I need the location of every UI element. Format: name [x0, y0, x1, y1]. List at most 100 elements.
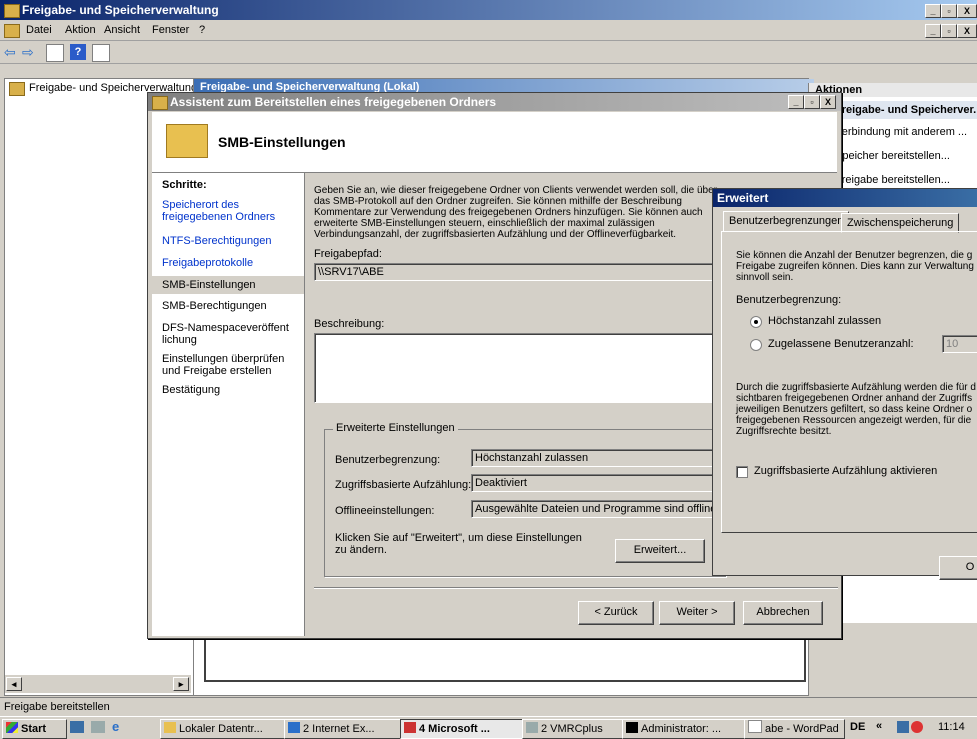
- menu-aktion[interactable]: Aktion: [65, 20, 96, 40]
- radio-allowed-users[interactable]: [750, 339, 762, 351]
- wizard-title: Assistent zum Bereitstellen eines freige…: [170, 95, 497, 109]
- status-text: Freigabe bereitstellen: [4, 701, 110, 713]
- radio-max-users-label[interactable]: Höchstanzahl zulassen: [768, 315, 881, 327]
- menu-help[interactable]: ?: [199, 20, 205, 40]
- wizard-close-button[interactable]: X: [820, 95, 836, 109]
- wizard-title-bar: Assistent zum Bereitstellen eines freige…: [148, 93, 841, 111]
- menu-bar: Datei Aktion Ansicht Fenster ? _ ▫ X: [0, 20, 977, 41]
- wizard-maximize-button[interactable]: ▫: [804, 95, 820, 109]
- adv-user-limit-label: Benutzerbegrenzung:: [736, 294, 842, 306]
- ie-icon[interactable]: e: [112, 720, 126, 733]
- server-manager-icon[interactable]: [91, 721, 105, 733]
- language-indicator[interactable]: DE: [850, 721, 865, 733]
- show-tree-icon[interactable]: [46, 44, 64, 62]
- network-icon: [897, 721, 909, 733]
- task-wordpad[interactable]: abe - WordPad: [744, 719, 845, 739]
- wizard-divider: [314, 587, 838, 589]
- offline-label: Offlineeinstellungen:: [335, 505, 435, 517]
- scroll-right-icon[interactable]: ▸: [173, 677, 189, 691]
- user-limit-value: Höchstanzahl zulassen: [471, 449, 722, 467]
- abe-label: Zugriffsbasierte Aufzählung:: [335, 479, 472, 491]
- tab-caching[interactable]: Zwischenspeicherung: [841, 213, 960, 233]
- main-window-title: Freigabe- und Speicherverwaltung: [22, 3, 219, 17]
- folder-icon: [166, 124, 208, 158]
- scroll-left-icon[interactable]: ◂: [6, 677, 22, 691]
- abe-checkbox-label[interactable]: Zugriffsbasierte Aufzählung aktivieren: [754, 465, 937, 477]
- help-icon[interactable]: ?: [70, 44, 86, 60]
- wizard-heading: SMB-Einstellungen: [218, 134, 346, 150]
- action-provision-storage[interactable]: Speicher bereitstellen...: [835, 150, 950, 162]
- ok-button[interactable]: O: [939, 556, 977, 580]
- maximize-button[interactable]: ▫: [941, 4, 957, 18]
- windows-logo-icon: [6, 722, 18, 733]
- vm-icon: [526, 722, 538, 733]
- forward-arrow-icon[interactable]: ⇨: [22, 44, 38, 60]
- folder-icon: [164, 722, 176, 733]
- minimize-button[interactable]: _: [925, 4, 941, 18]
- abe-checkbox[interactable]: [736, 466, 748, 478]
- share-path-label: Freigabepfad:: [314, 248, 382, 260]
- taskbar: Start e Lokaler Datentr... 2 Internet Ex…: [0, 716, 977, 739]
- tab-page: Sie können die Anzahl der Benutzer begre…: [721, 231, 977, 533]
- description-field[interactable]: [314, 333, 716, 403]
- close-button[interactable]: X: [957, 4, 977, 18]
- abe-value: Deaktiviert: [471, 474, 722, 492]
- action-provision-share[interactable]: Freigabe bereitstellen...: [835, 174, 950, 186]
- menu-ansicht[interactable]: Ansicht: [104, 20, 140, 40]
- user-limit-label: Benutzerbegrenzung:: [335, 454, 441, 466]
- menu-datei[interactable]: Datei: [26, 20, 52, 40]
- cancel-button[interactable]: Abbrechen: [743, 601, 823, 625]
- task-local-drive[interactable]: Lokaler Datentr...: [160, 719, 285, 739]
- expand-tray-icon[interactable]: «: [876, 720, 882, 732]
- action-connect[interactable]: Verbindung mit anderem ...: [835, 126, 967, 138]
- next-button[interactable]: Weiter >: [659, 601, 735, 625]
- user-limit-description: Sie können die Anzahl der Benutzer begre…: [736, 250, 974, 283]
- toolbar: ⇦ ⇨ ?: [0, 41, 977, 64]
- advanced-button[interactable]: Erweitert...: [615, 539, 705, 563]
- step-ntfs[interactable]: NTFS-Berechtigungen: [162, 235, 304, 247]
- advanced-settings-legend: Erweiterte Einstellungen: [333, 422, 458, 434]
- step-dfs: DFS-Namespaceveröffentlichung: [162, 322, 289, 346]
- wizard-steps-panel: Schritte: Speicherort des freigegebenen …: [152, 173, 305, 636]
- wizard-header: SMB-Einstellungen: [152, 112, 837, 173]
- task-vmrcplus[interactable]: 2 VMRCplus: [522, 719, 623, 739]
- child-restore-button[interactable]: ▫: [941, 24, 957, 38]
- start-button[interactable]: Start: [2, 719, 67, 739]
- advanced-dialog: Erweitert Benutzerbegrenzungen Zwischens…: [712, 188, 977, 580]
- step-smb-settings: SMB-Einstellungen: [152, 276, 304, 294]
- step-location[interactable]: Speicherort des freigegebenen Ordners: [162, 199, 304, 223]
- share-path-field[interactable]: \\SRV17\ABE: [314, 263, 719, 281]
- advanced-settings-group: Erweiterte Einstellungen Benutzerbegrenz…: [324, 422, 726, 577]
- step-smb-permissions: SMB-Berechtigungen: [162, 300, 267, 312]
- radio-max-users[interactable]: [750, 316, 762, 328]
- back-button[interactable]: < Zurück: [578, 601, 654, 625]
- tree-horizontal-scrollbar[interactable]: ◂ ▸: [5, 675, 191, 693]
- task-administrator[interactable]: Administrator: ...: [622, 719, 745, 739]
- show-desktop-icon[interactable]: [70, 721, 84, 733]
- child-minimize-button[interactable]: _: [925, 24, 941, 38]
- mmc-icon: [404, 722, 416, 733]
- tab-user-limits[interactable]: Benutzerbegrenzungen: [723, 211, 850, 232]
- step-review: Einstellungen überprüfen und Freigabe er…: [162, 353, 285, 377]
- show-action-pane-icon[interactable]: [92, 44, 110, 62]
- allowed-users-count[interactable]: 10: [942, 335, 977, 353]
- wizard-minimize-button[interactable]: _: [788, 95, 804, 109]
- clock: 11:14: [938, 721, 965, 733]
- document-icon: [748, 720, 762, 733]
- description-label: Beschreibung:: [314, 318, 385, 330]
- radio-allowed-users-label[interactable]: Zugelassene Benutzeranzahl:: [768, 338, 914, 350]
- ie-icon: [288, 722, 300, 733]
- center-lower-panel: [204, 634, 806, 682]
- steps-label: Schritte:: [162, 179, 207, 191]
- step-protocols[interactable]: Freigabeprotokolle: [162, 257, 304, 269]
- back-arrow-icon[interactable]: ⇦: [4, 44, 20, 60]
- main-title-bar: Freigabe- und Speicherverwaltung _ ▫ X: [0, 0, 977, 20]
- task-internet-explorer[interactable]: 2 Internet Ex...: [284, 719, 401, 739]
- task-microsoft[interactable]: 4 Microsoft ...: [400, 719, 523, 739]
- intro-text: Geben Sie an, wie dieser freigegebene Or…: [314, 185, 718, 240]
- advanced-dialog-title: Erweitert: [717, 191, 769, 205]
- console-icon: [626, 722, 638, 733]
- child-close-button[interactable]: X: [957, 24, 977, 38]
- menu-fenster[interactable]: Fenster: [152, 20, 189, 40]
- advanced-dialog-title-bar: Erweitert: [713, 189, 977, 207]
